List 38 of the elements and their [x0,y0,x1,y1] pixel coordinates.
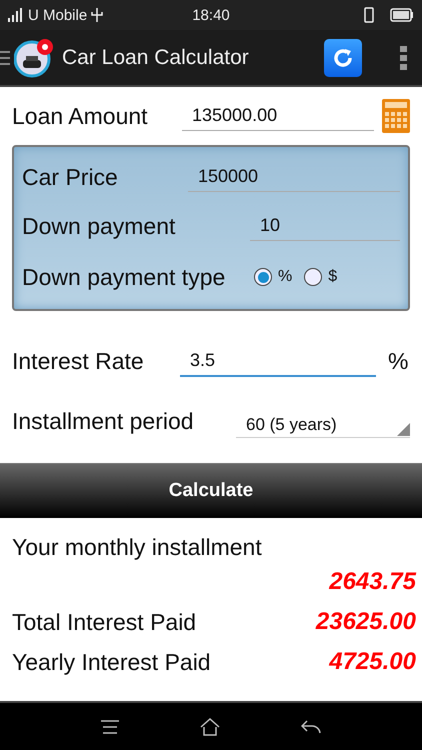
loan-amount-field[interactable]: 135000.00 [182,101,374,131]
field-label: Down payment type [22,264,226,290]
home-icon[interactable] [200,718,220,736]
field-label: Loan Amount [12,102,149,130]
field-label: Car Price [22,164,119,190]
car-price-field[interactable]: 150000 [188,162,400,192]
field-label: Down payment [22,212,176,240]
result-value: 2643.75 [329,568,416,596]
app-title: Car Loan Calculator [62,46,250,70]
refresh-icon [332,46,354,68]
radio-label: $ [328,268,338,286]
signal-icon [8,8,24,22]
carrier-name: U Mobile [28,6,88,24]
more-options-button[interactable] [400,46,410,70]
result-label: Total Interest Paid [12,608,196,636]
down-payment-field[interactable]: 10 [250,211,400,241]
field-label: Installment period [12,408,195,434]
interest-rate-field[interactable]: 3.5 [180,346,376,376]
field-label: Interest Rate [12,348,145,374]
result-value: 23625.00 [316,608,416,636]
dropdown-corner-icon [397,423,410,436]
radio-button[interactable] [254,268,272,286]
phone-vibrate-icon [362,7,376,23]
radio-label: % [278,268,292,286]
installment-period-dropdown[interactable]: 60 (5 years) [236,404,410,438]
calculate-button[interactable]: Calculate [0,463,422,518]
radio-button[interactable] [304,268,322,286]
result-label: Yearly Interest Paid [12,648,211,676]
menu-icon[interactable] [0,50,10,66]
percent-unit: % [388,348,410,374]
refresh-button[interactable] [324,38,362,76]
result-value: 4725.00 [329,648,416,676]
clock-time: 18:40 [192,6,230,24]
result-label: Your monthly installment [12,533,263,562]
car-calculator-logo-icon [14,38,54,78]
back-icon[interactable] [301,720,322,734]
battery-icon [390,8,414,22]
menu-icon[interactable] [100,720,119,734]
